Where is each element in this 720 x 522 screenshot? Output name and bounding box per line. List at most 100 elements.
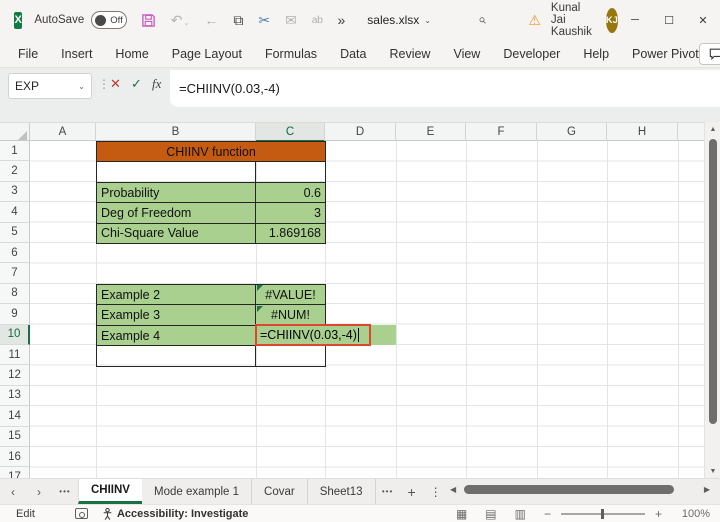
col-header-D[interactable]: D [325,123,396,141]
undo-icon[interactable]: ↶ ⌄ [171,13,190,27]
zoom-slider-thumb[interactable] [600,508,604,519]
excel-app-icon[interactable]: X [14,11,23,29]
page-layout-view-icon[interactable]: ▤ [485,507,496,521]
cell-B5[interactable]: Chi-Square Value [97,223,256,244]
ribbon-tab-power-pivot[interactable]: Power Pivot [632,47,699,61]
ribbon-tab-insert[interactable]: Insert [61,47,92,61]
cell-B1-title[interactable]: CHIINV function [97,142,325,163]
cell-C2[interactable] [256,162,325,181]
select-all-corner[interactable] [0,123,30,142]
zoom-level[interactable]: 100% [676,508,710,520]
ribbon-tab-formulas[interactable]: Formulas [265,47,317,61]
zoom-in-button[interactable]: + [655,507,662,521]
ribbon-tab-view[interactable]: View [453,47,480,61]
cell-B3[interactable]: Probability [97,182,256,203]
sheet-options-icon[interactable]: ⋮ [424,479,448,504]
sheet-tab-covar[interactable]: Covar [252,479,308,504]
sheet-tab-sheet13[interactable]: Sheet13 [308,479,376,504]
sheet-list-icon[interactable]: ••• [52,487,78,496]
col-header-F[interactable]: F [466,123,537,141]
accessibility-status[interactable]: Accessibility: Investigate [117,508,248,520]
zoom-out-button[interactable]: − [544,507,551,521]
name-box-chevron-icon[interactable]: ⌄ [78,82,85,91]
avatar[interactable]: KJ [605,7,619,33]
row-header-5[interactable]: 5 [0,222,30,243]
vertical-scroll-thumb[interactable] [709,139,717,424]
row-header-10[interactable]: 10 [0,324,30,345]
col-header-A[interactable]: A [30,123,96,141]
row-header-13[interactable]: 13 [0,385,30,407]
insert-function-button[interactable]: fx [152,76,161,92]
cell-C5[interactable]: 1.869168 [256,223,325,244]
minimize-button[interactable]: ─ [618,0,652,40]
cut-icon[interactable]: ✂ [258,13,270,27]
col-header-H[interactable]: H [607,123,678,141]
warning-icon[interactable]: ⚠ [528,13,541,27]
copy-icon[interactable]: ⧉ [233,13,243,27]
row-header-2[interactable]: 2 [0,161,30,182]
save-icon[interactable] [141,13,156,28]
cell-C4[interactable]: 3 [256,203,325,223]
scroll-up-icon[interactable]: ▲ [705,122,720,136]
scroll-right-icon[interactable]: ▶ [704,485,710,494]
ribbon-tab-file[interactable]: File [18,47,38,61]
sheet-tab-mode-example-1[interactable]: Mode example 1 [142,479,253,504]
autosave-toggle[interactable]: Off [91,11,127,29]
ribbon-tab-help[interactable]: Help [583,47,609,61]
row-header-12[interactable]: 12 [0,365,30,386]
normal-view-icon[interactable]: ▦ [456,507,467,521]
col-header-C[interactable]: C [256,123,325,142]
scroll-down-icon[interactable]: ▼ [705,464,720,478]
more-sheets-icon[interactable]: ••• [376,479,400,504]
cancel-entry-button[interactable]: ✕ [110,76,121,92]
cell-B8[interactable]: Example 2 [97,284,256,305]
scroll-left-icon[interactable]: ◀ [450,485,456,494]
back-arrow-icon[interactable]: ← [204,13,218,27]
cell-B9[interactable]: Example 3 [97,305,256,325]
horizontal-scroll-thumb[interactable] [464,485,674,494]
ribbon-tab-review[interactable]: Review [389,47,430,61]
cell-B2[interactable] [97,162,256,182]
vertical-scrollbar[interactable]: ▲ ▼ [704,122,720,478]
row-header-9[interactable]: 9 [0,304,30,325]
replace-icon[interactable]: ab [312,15,323,26]
search-icon[interactable] [479,13,486,28]
row-header-4[interactable]: 4 [0,202,30,223]
ribbon-tab-page-layout[interactable]: Page Layout [172,47,242,61]
row-header-7[interactable]: 7 [0,263,30,284]
add-sheet-button[interactable]: + [400,479,424,504]
formula-input[interactable]: =CHIINV(0.03,-4) [170,70,720,107]
row-header-8[interactable]: 8 [0,283,30,305]
sheet-nav-left-icon[interactable]: ‹ [0,485,26,499]
row-header-17[interactable]: 17 [0,467,30,478]
undo-dropdown-icon[interactable]: ⌄ [183,19,189,27]
name-box[interactable]: EXP ⌄ [8,73,92,99]
cell-C8[interactable]: #VALUE! [256,284,325,305]
user-name[interactable]: Kunal Jai Kaushik [551,2,596,38]
col-header-G[interactable]: G [537,123,607,141]
macro-record-icon[interactable] [74,508,88,519]
sheet-nav-right-icon[interactable]: › [26,485,52,499]
cell-B11[interactable] [97,346,256,366]
row-header-6[interactable]: 6 [0,243,30,264]
ribbon-tab-developer[interactable]: Developer [503,47,560,61]
page-break-view-icon[interactable]: ▥ [515,507,526,521]
zoom-slider[interactable] [560,508,645,519]
row-header-15[interactable]: 15 [0,426,30,447]
horizontal-scrollbar[interactable]: ◀ ▶ [448,481,712,499]
ribbon-tab-home[interactable]: Home [115,47,148,61]
cell-C3[interactable]: 0.6 [256,182,325,203]
enter-entry-button[interactable]: ✓ [131,76,142,92]
cell-B10[interactable]: Example 4 [97,325,256,346]
row-header-16[interactable]: 16 [0,447,30,468]
col-header-B[interactable]: B [96,123,256,141]
row-header-1[interactable]: 1 [0,141,30,162]
mail-icon[interactable]: ✉ [285,13,297,27]
document-title[interactable]: sales.xlsx ⌄ [367,13,431,27]
ribbon-tab-data[interactable]: Data [340,47,366,61]
maximize-button[interactable]: ☐ [652,0,686,40]
row-header-3[interactable]: 3 [0,181,30,203]
row-header-14[interactable]: 14 [0,406,30,427]
toolbar-overflow-icon[interactable]: » [337,13,345,27]
close-button[interactable]: ✕ [686,0,720,40]
